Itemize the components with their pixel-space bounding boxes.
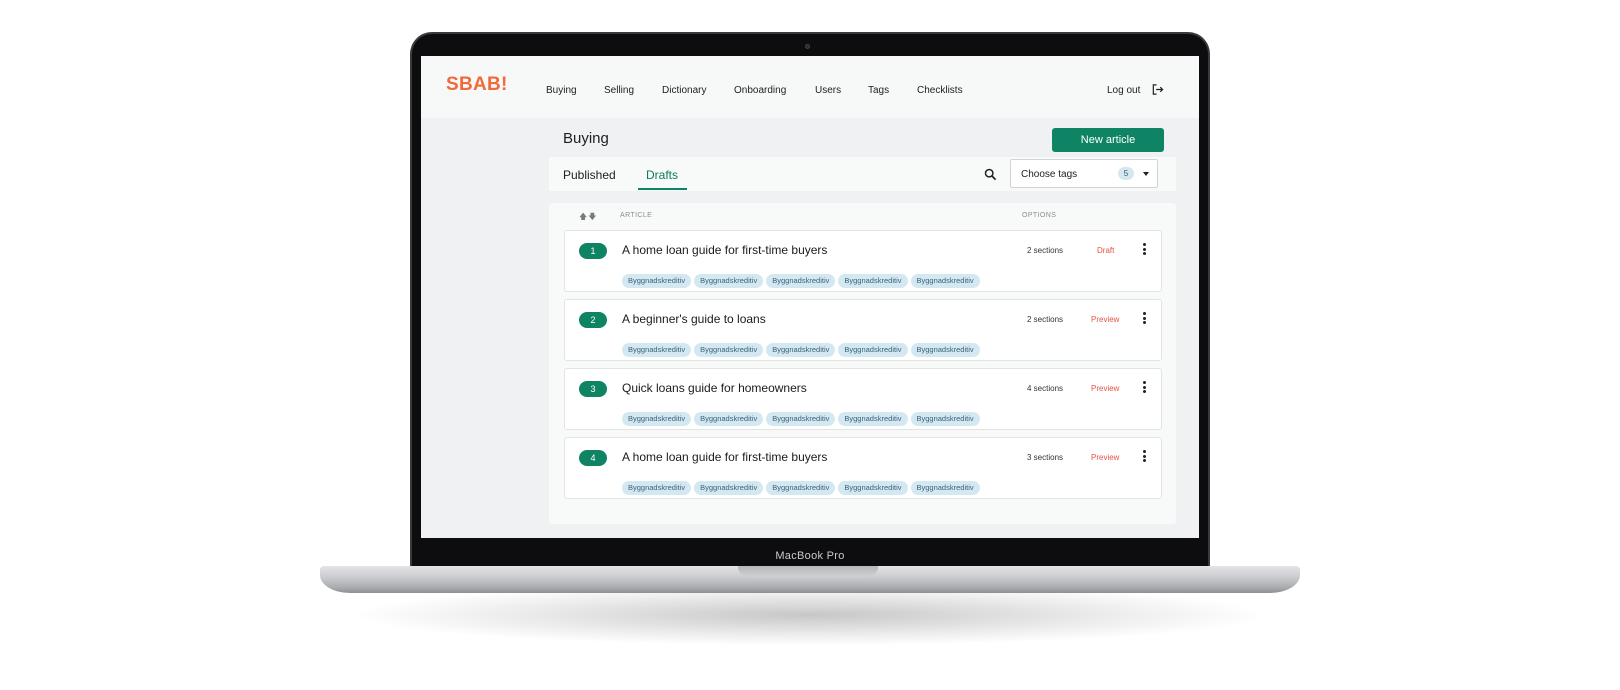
article-sections-count: 2 sections bbox=[1027, 315, 1064, 324]
logout-link[interactable]: Log out bbox=[1107, 85, 1140, 96]
new-article-button[interactable]: New article bbox=[1052, 128, 1164, 152]
laptop-notch bbox=[738, 566, 878, 577]
tag-chip[interactable]: Byggnadskreditiv bbox=[838, 274, 908, 288]
article-status-link[interactable]: Preview bbox=[1091, 315, 1119, 324]
top-nav-bar: SBAB! Buying Selling Dictionary Onboardi… bbox=[421, 56, 1199, 118]
nav-item-selling[interactable]: Selling bbox=[604, 85, 634, 96]
article-sections-count: 4 sections bbox=[1027, 384, 1064, 393]
active-tab-indicator bbox=[638, 188, 687, 190]
article-title[interactable]: A beginner's guide to loans bbox=[622, 312, 766, 326]
tab-published[interactable]: Published bbox=[563, 168, 616, 182]
article-tags: Byggnadskreditiv Byggnadskreditiv Byggnads… bbox=[622, 477, 983, 495]
nav-item-tags[interactable]: Tags bbox=[868, 85, 889, 96]
article-title[interactable]: A home loan guide for first-time buyers bbox=[622, 450, 827, 464]
sort-arrows-icon[interactable]: 🡅🡇 bbox=[579, 211, 597, 225]
search-icon[interactable] bbox=[984, 168, 997, 181]
tag-chip[interactable]: Byggnadskreditiv bbox=[838, 343, 908, 357]
sbab-logo[interactable]: SBAB! bbox=[446, 74, 508, 96]
articles-panel: 🡅🡇 ARTICLE OPTIONS 1 A home loan guide f… bbox=[549, 203, 1176, 524]
article-sections-count: 2 sections bbox=[1027, 246, 1064, 255]
tag-chip[interactable]: Byggnadskreditiv bbox=[694, 412, 764, 426]
article-row[interactable]: 2 A beginner's guide to loans 2 sections… bbox=[564, 299, 1162, 361]
article-row[interactable]: 3 Quick loans guide for homeowners 4 sec… bbox=[564, 368, 1162, 430]
tag-chip[interactable]: Byggnadskreditiv bbox=[694, 343, 764, 357]
camera-icon bbox=[805, 44, 810, 49]
article-row[interactable]: 1 A home loan guide for first-time buyer… bbox=[564, 230, 1162, 292]
more-options-icon[interactable] bbox=[1141, 243, 1147, 259]
tag-chip[interactable]: Byggnadskreditiv bbox=[766, 274, 836, 288]
article-status-link[interactable]: Preview bbox=[1091, 384, 1119, 393]
tab-drafts[interactable]: Drafts bbox=[646, 168, 678, 182]
nav-item-onboarding[interactable]: Onboarding bbox=[734, 85, 786, 96]
article-number-badge: 4 bbox=[579, 450, 607, 466]
tag-chip[interactable]: Byggnadskreditiv bbox=[622, 481, 692, 495]
article-status-link[interactable]: Draft bbox=[1097, 246, 1114, 255]
page-title: Buying bbox=[563, 130, 609, 147]
tag-chip[interactable]: Byggnadskreditiv bbox=[910, 412, 980, 426]
nav-item-users[interactable]: Users bbox=[815, 85, 841, 96]
tag-chip[interactable]: Byggnadskreditiv bbox=[838, 412, 908, 426]
article-number-badge: 2 bbox=[579, 312, 607, 328]
app-screen: SBAB! Buying Selling Dictionary Onboardi… bbox=[421, 56, 1199, 538]
nav-item-buying[interactable]: Buying bbox=[546, 85, 577, 96]
laptop-shadow bbox=[360, 585, 1260, 645]
article-number-badge: 3 bbox=[579, 381, 607, 397]
more-options-icon[interactable] bbox=[1141, 450, 1147, 466]
nav-item-dictionary[interactable]: Dictionary bbox=[662, 85, 706, 96]
tag-chip[interactable]: Byggnadskreditiv bbox=[766, 412, 836, 426]
article-tags: Byggnadskreditiv Byggnadskreditiv Byggnads… bbox=[622, 339, 983, 357]
article-title[interactable]: Quick loans guide for homeowners bbox=[622, 381, 807, 395]
tab-bar: Published Drafts Choose tags 5 bbox=[549, 157, 1176, 191]
more-options-icon[interactable] bbox=[1141, 381, 1147, 397]
article-title[interactable]: A home loan guide for first-time buyers bbox=[622, 243, 827, 257]
tag-count-badge: 5 bbox=[1118, 167, 1134, 180]
column-header-article: ARTICLE bbox=[620, 212, 653, 219]
logout-icon[interactable] bbox=[1151, 83, 1164, 96]
tag-chip[interactable]: Byggnadskreditiv bbox=[622, 343, 692, 357]
article-row[interactable]: 4 A home loan guide for first-time buyer… bbox=[564, 437, 1162, 499]
choose-tags-select[interactable]: Choose tags 5 bbox=[1010, 159, 1158, 188]
tag-chip[interactable]: Byggnadskreditiv bbox=[910, 274, 980, 288]
tag-chip[interactable]: Byggnadskreditiv bbox=[694, 481, 764, 495]
tag-chip[interactable]: Byggnadskreditiv bbox=[622, 274, 692, 288]
choose-tags-label: Choose tags bbox=[1021, 169, 1078, 180]
article-tags: Byggnadskreditiv Byggnadskreditiv Byggnads… bbox=[622, 270, 983, 288]
nav-item-checklists[interactable]: Checklists bbox=[917, 85, 963, 96]
article-status-link[interactable]: Preview bbox=[1091, 453, 1119, 462]
tag-chip[interactable]: Byggnadskreditiv bbox=[766, 481, 836, 495]
device-label: MacBook Pro bbox=[775, 550, 845, 562]
column-header-options: OPTIONS bbox=[1022, 212, 1057, 219]
tag-chip[interactable]: Byggnadskreditiv bbox=[622, 412, 692, 426]
more-options-icon[interactable] bbox=[1141, 312, 1147, 328]
article-tags: Byggnadskreditiv Byggnadskreditiv Byggnads… bbox=[622, 408, 983, 426]
tag-chip[interactable]: Byggnadskreditiv bbox=[766, 343, 836, 357]
tag-chip[interactable]: Byggnadskreditiv bbox=[910, 481, 980, 495]
article-sections-count: 3 sections bbox=[1027, 453, 1064, 462]
tag-chip[interactable]: Byggnadskreditiv bbox=[910, 343, 980, 357]
tag-chip[interactable]: Byggnadskreditiv bbox=[694, 274, 764, 288]
article-number-badge: 1 bbox=[579, 243, 607, 259]
tag-chip[interactable]: Byggnadskreditiv bbox=[838, 481, 908, 495]
caret-down-icon bbox=[1143, 172, 1149, 176]
